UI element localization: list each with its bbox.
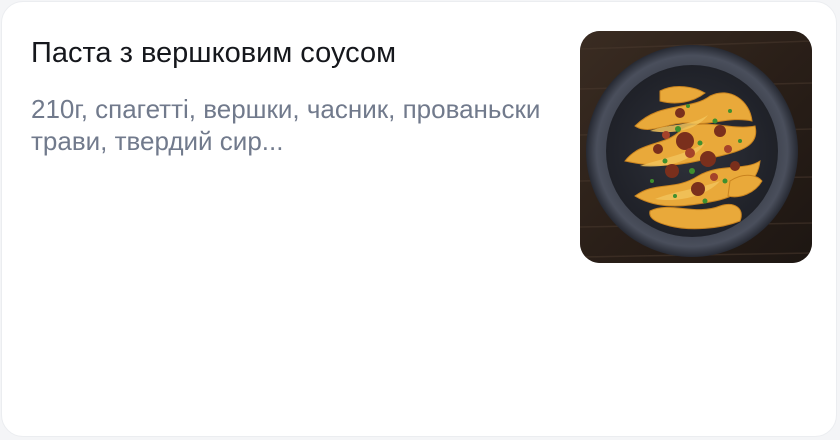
recipe-photo[interactable] [580,31,812,263]
recipe-ingredients: 210г, спагетті, вершки, часник, прованьс… [31,94,541,156]
pasta-bowl-photo-icon [580,31,812,263]
recipe-card[interactable]: Паста з вершковим соусом 210г, спагетті,… [1,1,837,437]
recipe-title: Паста з вершковим соусом [31,37,397,69]
